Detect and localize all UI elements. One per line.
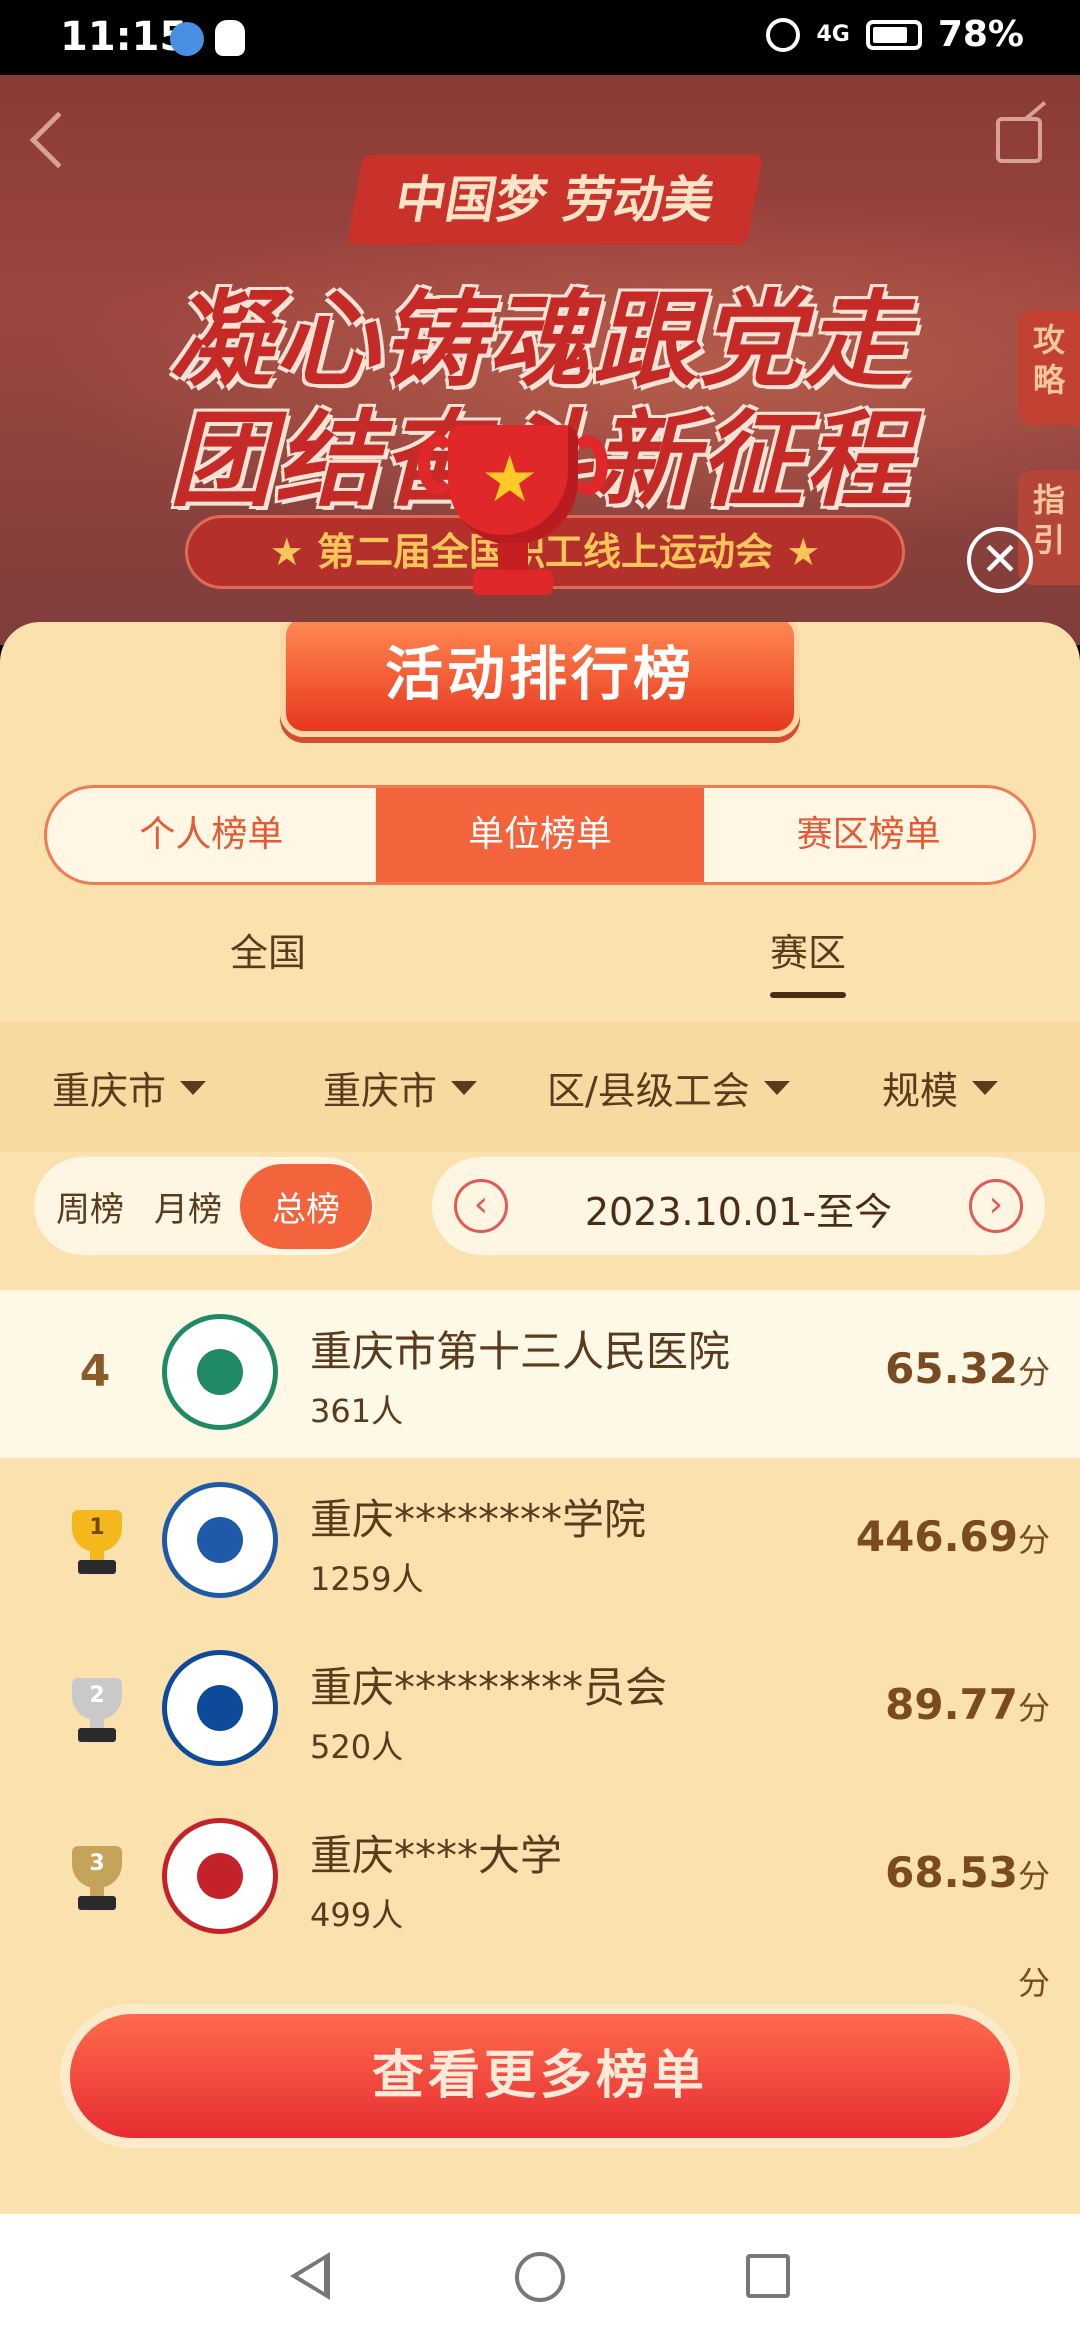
ranking-list: 4 重庆市第十三人民医院 361人 65.32分 1 重庆********学院 … [0,1290,1080,1962]
score-unit: 分 [1017,1964,1050,2002]
leaderboard-panel: 活动排行榜 个人榜单 单位榜单 赛区榜单 全国 赛区 重庆市 重庆市 区/县级工… [0,622,1080,2214]
university-logo [162,1650,278,1766]
period-weekly[interactable]: 周榜 [56,1182,124,1231]
filter-province-label: 重庆市 [52,1069,167,1113]
filter-scale[interactable]: 规模 [882,1060,999,1115]
score: 68.53分 [885,1848,1050,1897]
status-icons: 4G 78% [766,14,1024,55]
date-range-text: 2023.10.01-至今 [584,1190,893,1234]
leaderboard-title: 活动排行榜 [280,622,800,737]
tab-national[interactable]: 全国 [230,922,306,977]
member-count: 1259人 [310,1560,424,1598]
org-name: 重庆********学院 [310,1495,647,1544]
scope-tabs: 全国 赛区 [0,922,1080,1032]
tab-division[interactable]: 赛区榜单 [704,788,1033,882]
normal-university-logo [162,1818,278,1934]
medal-cup: 1 [72,1510,122,1552]
medal-cup: 3 [72,1846,122,1888]
board-type-tabs: 个人榜单 单位榜单 赛区榜单 [44,785,1036,885]
filter-bar: 重庆市 重庆市 区/县级工会 规模 [0,1022,1080,1152]
org-name: 重庆市第十三人民医院 [310,1327,731,1376]
score-value: 89.77 [885,1680,1018,1729]
medal-base [78,1728,116,1742]
date-range-picker: ‹ 2023.10.01-至今 › [432,1157,1045,1255]
slogan-top: 中国梦 劳动美 [347,155,763,245]
tab-region[interactable]: 赛区 [770,922,846,977]
score: 65.32分 [885,1344,1050,1393]
status-bar: 11:15 4G 78% [0,0,1080,75]
strategy-tab[interactable]: 攻略 [1018,310,1080,425]
filter-union-level[interactable]: 区/县级工会 [547,1060,790,1115]
battery-level: 78% [937,14,1024,55]
trophy-base [473,570,553,595]
tab-unit[interactable]: 单位榜单 [375,788,705,882]
score-unit: 分 [1017,1857,1050,1895]
org-name: 重庆****大学 [310,1831,563,1880]
period-switch: 周榜 月榜 总榜 [34,1157,374,1255]
college-logo [162,1482,278,1598]
filter-city[interactable]: 重庆市 [323,1060,478,1115]
view-more-button[interactable]: 查看更多榜单 [70,2014,1010,2138]
filter-union-level-label: 区/县级工会 [547,1069,750,1113]
medal-base [78,1896,116,1910]
nav-home-icon[interactable] [515,2252,565,2302]
medal-stem [90,1718,104,1728]
period-monthly[interactable]: 月榜 [154,1182,222,1231]
active-tab-indicator [770,992,846,998]
star-icon: ★ [481,443,539,517]
medal-base [78,1560,116,1574]
hospital-logo [162,1314,278,1430]
period-total[interactable]: 总榜 [240,1163,372,1249]
org-name: 重庆*********员会 [310,1663,668,1712]
battery-icon [865,19,922,50]
score: 446.69分 [856,1512,1050,1561]
share-icon[interactable] [996,117,1042,163]
score-value: 68.53 [885,1848,1018,1897]
list-item[interactable]: 3 重庆****大学 499人 68.53分 [0,1794,1080,1962]
member-count: 361人 [310,1392,404,1430]
list-item[interactable]: 2 重庆*********员会 520人 89.77分 [0,1626,1080,1794]
back-icon[interactable] [29,111,87,169]
signal-icon: 4G [816,21,850,47]
my-rank-row[interactable]: 4 重庆市第十三人民医院 361人 65.32分 [0,1290,1080,1458]
nav-recent-apps-icon[interactable] [746,2254,790,2298]
status-time: 11:15 [60,14,188,60]
chevron-down-icon [451,1080,478,1095]
score-unit: 分 [1017,1353,1050,1391]
partially-hidden-row: 分 [0,1958,1080,2018]
score: 89.77分 [885,1680,1050,1729]
gold-trophy-icon: 1 [62,1510,132,1576]
filter-scale-label: 规模 [882,1069,959,1113]
rank-number: 4 [79,1346,111,1397]
close-button[interactable]: ✕ [967,527,1033,593]
alarm-icon [766,17,801,52]
score-unit: 分 [1017,1689,1050,1727]
score-unit: 分 [1017,1521,1050,1559]
list-item[interactable]: 1 重庆********学院 1259人 446.69分 [0,1458,1080,1626]
browser-app-icon [170,22,204,56]
chevron-down-icon [180,1080,207,1095]
nav-back-icon[interactable] [290,2252,330,2300]
filter-province[interactable]: 重庆市 [52,1060,207,1115]
chevron-down-icon [763,1080,790,1095]
system-nav-bar [0,2214,1080,2340]
score-value: 65.32 [885,1344,1018,1393]
silver-trophy-icon: 2 [62,1678,132,1744]
member-count: 499人 [310,1896,404,1934]
medal-stem [90,1550,104,1560]
chevron-down-icon [972,1080,999,1095]
member-count: 520人 [310,1728,404,1766]
qq-app-icon [215,20,245,56]
chevron-right-icon[interactable]: › [969,1179,1023,1233]
bronze-trophy-icon: 3 [62,1846,132,1912]
score-value: 446.69 [855,1512,1018,1561]
trophy-stem [498,543,528,573]
trophy-icon: ★ [418,425,608,595]
medal-cup: 2 [72,1678,122,1720]
medal-stem [90,1886,104,1896]
tab-individual[interactable]: 个人榜单 [47,788,376,882]
filter-city-label: 重庆市 [323,1069,438,1113]
